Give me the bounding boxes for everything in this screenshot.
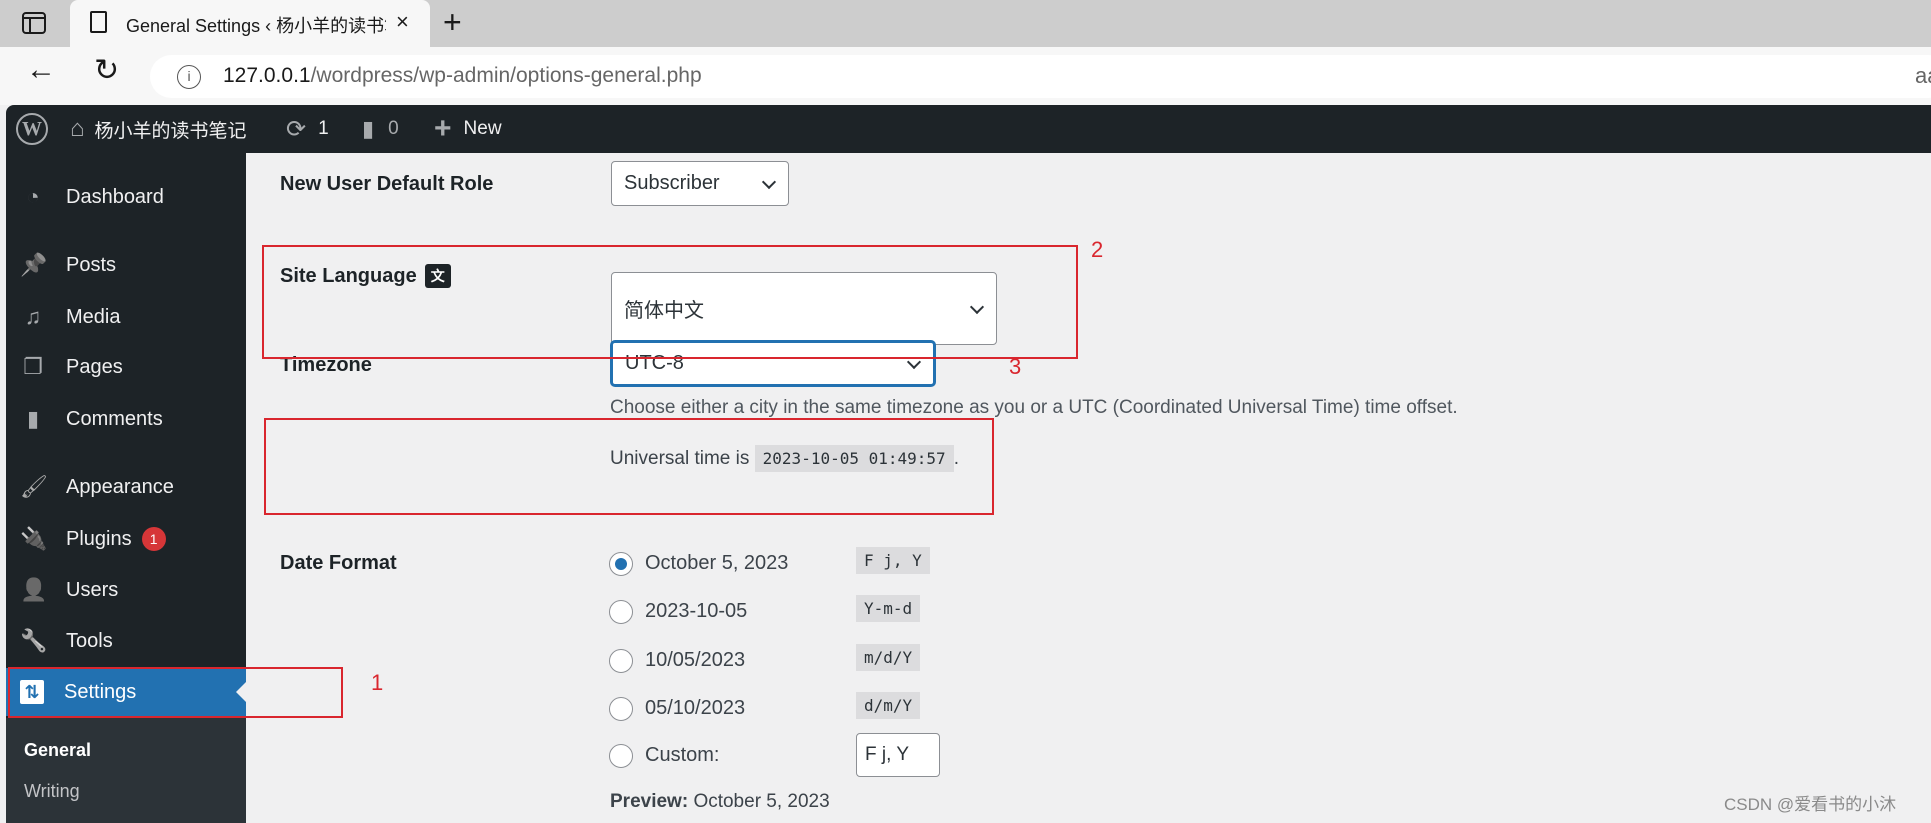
date-format-label: Date Format [280,552,397,574]
admin-sidebar: ◔ Dashboard 📌 Posts ♫ Media ❐ Pages ▮ Co… [6,153,246,823]
custom-date-format-input[interactable]: F j, Y [856,733,940,777]
date-format-option-custom[interactable]: Custom: [609,741,719,771]
sidebar-item-label: Plugins [66,527,132,550]
site-info-icon[interactable]: i [177,65,201,89]
page-icon [90,11,107,33]
sidebar-item-tools[interactable]: 🔧 Tools [6,617,246,665]
updates-icon: ⟳ [286,115,307,143]
annotation-box-2 [262,245,1078,359]
annotation-box-3 [264,418,994,515]
option-label: 05/10/2023 [645,697,746,719]
browser-tab-strip: General Settings ‹ 杨小羊的读书笔记 × + [0,0,1931,47]
reload-icon[interactable]: ↻ [94,53,119,88]
site-name: 杨小羊的读书笔记 [94,120,247,142]
format-code: m/d/Y [856,644,921,671]
date-preview: Preview: October 5, 2023 [610,791,830,813]
new-tab-button[interactable]: + [443,4,462,41]
plus-icon: + [434,112,452,145]
address-bar[interactable]: i 127.0.0.1/wordpress/wp-admin/options-g… [150,55,1931,98]
radio-button[interactable] [609,552,633,576]
preview-value: October 5, 2023 [693,791,830,812]
date-format-option[interactable]: October 5, 2023 F j, Y [609,547,930,579]
date-format-option[interactable]: 10/05/2023 m/d/Y [609,644,921,676]
settings-submenu: General Writing [6,718,246,823]
sidebar-item-label: Pages [66,355,123,378]
option-label: Custom: [645,744,720,766]
radio-button[interactable] [609,600,633,624]
default-role-select[interactable]: Subscriber [611,161,789,206]
plugins-update-badge: 1 [141,527,166,551]
sidebar-item-label: Appearance [66,475,174,498]
new-content-link[interactable]: + New [434,105,502,153]
comments-icon: ▮ [26,406,40,431]
radio-button[interactable] [609,697,633,721]
pages-icon: ❐ [23,354,43,379]
sidebar-item-label: Posts [66,253,117,276]
updates-count: 1 [318,118,329,139]
sidebar-item-media[interactable]: ♫ Media [6,293,246,341]
radio-button[interactable] [609,744,633,768]
submenu-item-writing[interactable]: Writing [24,781,80,802]
sidebar-item-label: Dashboard [66,185,164,208]
tab-title: General Settings ‹ 杨小羊的读书笔记 [126,16,386,36]
annotation-number-1: 1 [371,670,384,695]
default-role-value: Subscriber [624,172,720,194]
preview-label: Preview: [610,791,689,812]
option-label: 10/05/2023 [645,649,746,671]
browser-toolbar: ← ↻ i 127.0.0.1/wordpress/wp-admin/optio… [0,47,1931,105]
date-format-option[interactable]: 2023-10-05 Y-m-d [609,595,921,627]
sidebar-item-label: Media [66,305,121,328]
pin-icon: 📌 [20,252,48,277]
url-host: 127.0.0.1 [223,64,311,87]
annotation-box-1 [8,667,343,718]
option-label: October 5, 2023 [645,552,789,574]
sidebar-item-posts[interactable]: 📌 Posts [6,241,246,289]
submenu-item-general[interactable]: General [24,740,91,761]
comments-link[interactable]: ▮ 0 [362,105,399,153]
sidebar-item-plugins[interactable]: 🔌 Plugins 1 [6,515,246,563]
dashboard-icon: ◔ [26,184,40,209]
reader-mode-icon[interactable]: aa [1915,63,1931,89]
format-code: F j, Y [856,547,930,574]
default-role-label: New User Default Role [280,173,494,195]
sidebar-item-appearance[interactable]: 🖌 Appearance [6,463,246,511]
comments-count: 0 [388,118,399,139]
home-icon: ⌂ [70,115,85,142]
annotation-number-2: 2 [1091,237,1104,262]
media-icon: ♫ [24,304,42,329]
sidebar-toggle-icon[interactable] [22,12,46,34]
chevron-down-icon [761,174,777,189]
sidebar-item-pages[interactable]: ❐ Pages [6,343,246,391]
plugin-icon: 🔌 [20,526,48,551]
back-arrow-icon[interactable]: ← [26,53,56,87]
watermark: CSDN @爱看书的小沐 [1724,795,1897,814]
sidebar-item-label: Users [66,578,119,601]
wordpress-logo-icon[interactable]: W [16,113,48,145]
option-label: 2023-10-05 [645,600,748,622]
timezone-description: Choose either a city in the same timezon… [610,397,1458,418]
format-code: d/m/Y [856,692,921,719]
annotation-number-3: 3 [1009,354,1022,379]
url-path: /wordpress/wp-admin/options-general.php [310,64,702,87]
format-code: Y-m-d [856,595,921,622]
sidebar-item-users[interactable]: 👤 Users [6,566,246,614]
close-tab-icon[interactable]: × [396,9,409,35]
comment-icon: ▮ [362,116,375,141]
url-text[interactable]: 127.0.0.1/wordpress/wp-admin/options-gen… [223,64,702,88]
sidebar-item-label: Comments [66,407,163,430]
updates-link[interactable]: ⟳ 1 [286,105,329,153]
browser-tab[interactable]: General Settings ‹ 杨小羊的读书笔记 × [70,0,430,47]
sidebar-item-label: Tools [66,629,113,652]
paintbrush-icon: 🖌 [20,474,48,499]
sidebar-item-comments[interactable]: ▮ Comments [6,395,246,443]
wrench-icon: 🔧 [20,628,48,653]
user-icon: 👤 [20,577,48,602]
wp-admin-bar: W ⌂ 杨小羊的读书笔记 ⟳ 1 ▮ 0 + New [6,105,1931,153]
radio-button[interactable] [609,649,633,673]
site-name-link[interactable]: ⌂ 杨小羊的读书笔记 [70,105,247,153]
sidebar-item-dashboard[interactable]: ◔ Dashboard [6,173,246,221]
date-format-option[interactable]: 05/10/2023 d/m/Y [609,692,921,724]
new-label: New [463,118,502,139]
